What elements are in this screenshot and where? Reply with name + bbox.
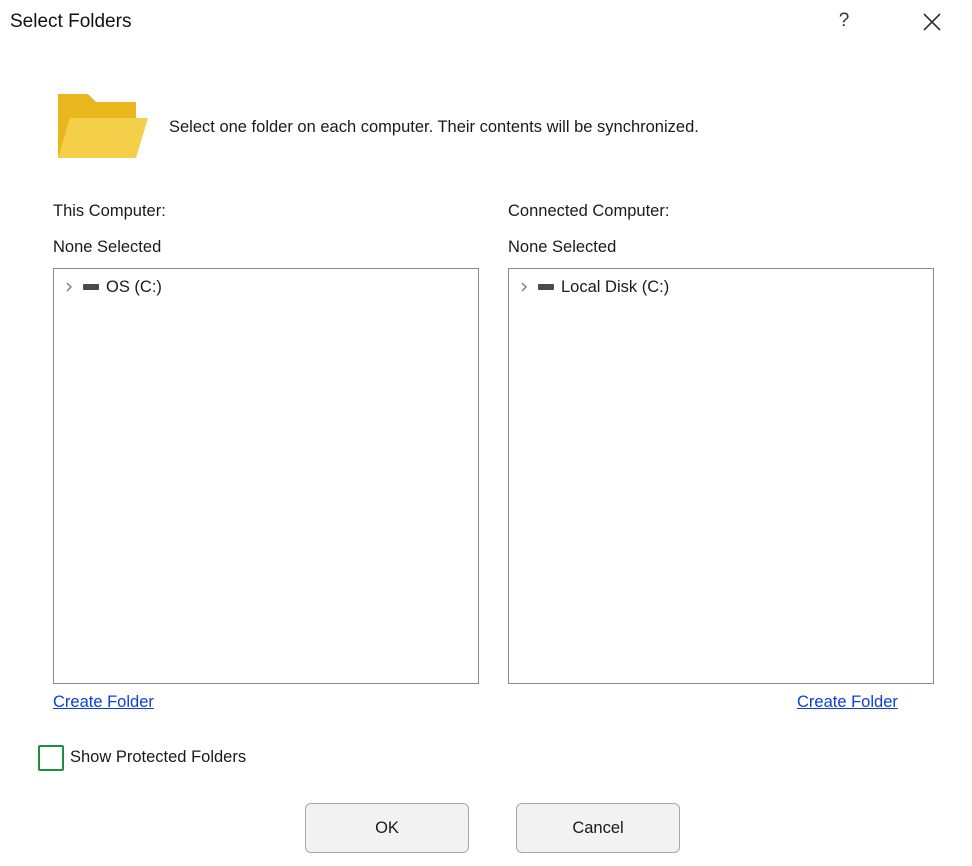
- this-computer-tree[interactable]: OS (C:): [53, 268, 479, 684]
- show-protected-folders-label[interactable]: Show Protected Folders: [70, 748, 246, 767]
- close-button[interactable]: [916, 6, 948, 38]
- create-folder-link-right[interactable]: Create Folder: [797, 693, 898, 712]
- dialog-title: Select Folders: [10, 11, 132, 32]
- this-computer-selection: None Selected: [53, 238, 162, 256]
- select-folders-dialog: Select Folders ? Select one folder on ea…: [0, 0, 972, 866]
- drive-icon: [538, 284, 554, 290]
- connected-computer-tree[interactable]: Local Disk (C:): [508, 268, 934, 684]
- connected-computer-label: Connected Computer:: [508, 202, 670, 220]
- tree-item-local-disk-c[interactable]: Local Disk (C:): [517, 276, 669, 298]
- this-computer-label: This Computer:: [53, 202, 166, 220]
- intro-text: Select one folder on each computer. Thei…: [169, 118, 699, 136]
- cancel-button[interactable]: Cancel: [516, 803, 680, 853]
- chevron-right-icon[interactable]: [517, 280, 531, 294]
- connected-computer-selection: None Selected: [508, 238, 617, 256]
- ok-button[interactable]: OK: [305, 803, 469, 853]
- show-protected-folders-checkbox[interactable]: [38, 745, 64, 771]
- create-folder-link-left[interactable]: Create Folder: [53, 693, 154, 712]
- tree-item-label: OS (C:): [106, 277, 162, 296]
- folder-icon: [56, 92, 152, 162]
- close-icon: [923, 13, 941, 31]
- chevron-right-icon[interactable]: [62, 280, 76, 294]
- tree-item-os-c[interactable]: OS (C:): [62, 276, 162, 298]
- tree-item-label: Local Disk (C:): [561, 277, 670, 296]
- help-button[interactable]: ?: [834, 8, 854, 34]
- drive-icon: [83, 284, 99, 290]
